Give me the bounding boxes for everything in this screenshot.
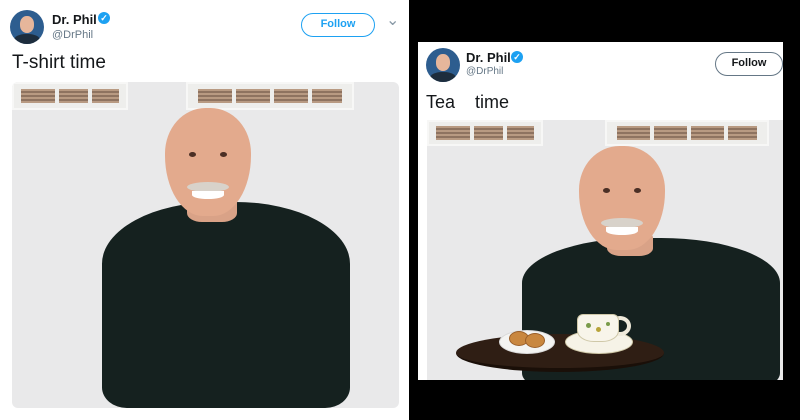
vent-divider (723, 122, 728, 144)
vent-divider (307, 84, 312, 108)
eye (634, 188, 641, 193)
head (165, 108, 251, 216)
tweet-photo[interactable] (427, 120, 783, 380)
vent-slats (20, 88, 120, 104)
vent-divider (55, 84, 60, 108)
display-name[interactable]: Dr. Phil (466, 50, 511, 65)
floral-pattern (606, 322, 610, 326)
serving-tray (456, 334, 664, 372)
eye (189, 152, 196, 157)
vent-divider (502, 122, 507, 144)
vent-divider (687, 122, 691, 144)
wall-vent (12, 82, 128, 110)
floral-pattern (586, 323, 591, 328)
smile (606, 227, 638, 235)
avatar-face (19, 16, 35, 34)
tweet-photo[interactable] (12, 82, 399, 408)
verified-badge-icon: ✓ (511, 51, 523, 63)
avatar-shirt (430, 71, 456, 82)
left-tweet-card: Dr. Phil ✓ @DrPhil Follow ⌄ T-shirt time (0, 0, 409, 420)
vent-divider (650, 122, 655, 144)
vent-divider (232, 84, 237, 108)
wall-vent (605, 120, 769, 146)
avatar[interactable] (10, 10, 44, 44)
vent-divider (87, 84, 92, 108)
eye (603, 188, 610, 193)
wall-vent (186, 82, 354, 110)
vent-divider (270, 84, 274, 108)
t-shirt (102, 202, 350, 408)
tweet-text: T-shirt time (12, 52, 106, 73)
follow-button[interactable]: Follow (301, 13, 375, 37)
user-handle[interactable]: @DrPhil (52, 29, 93, 41)
user-handle[interactable]: @DrPhil (466, 66, 503, 77)
teacup (577, 314, 619, 342)
floral-pattern (596, 327, 601, 332)
verified-badge-icon: ✓ (98, 12, 110, 24)
cookie (525, 333, 545, 348)
chevron-down-icon[interactable]: ⌄ (386, 10, 399, 30)
smile (192, 191, 224, 199)
tweet-text: Tea time (426, 92, 510, 112)
follow-button[interactable]: Follow (715, 52, 783, 76)
vent-slats (435, 126, 535, 140)
right-tweet-card: Dr. Phil ✓ @DrPhil Follow Tea time (418, 42, 783, 380)
display-name[interactable]: Dr. Phil (52, 12, 97, 27)
head (579, 146, 665, 250)
eye (220, 152, 227, 157)
vent-divider (470, 122, 475, 144)
avatar-face (435, 54, 451, 72)
wall-vent (427, 120, 543, 146)
avatar-shirt (14, 33, 40, 44)
avatar[interactable] (426, 48, 460, 82)
